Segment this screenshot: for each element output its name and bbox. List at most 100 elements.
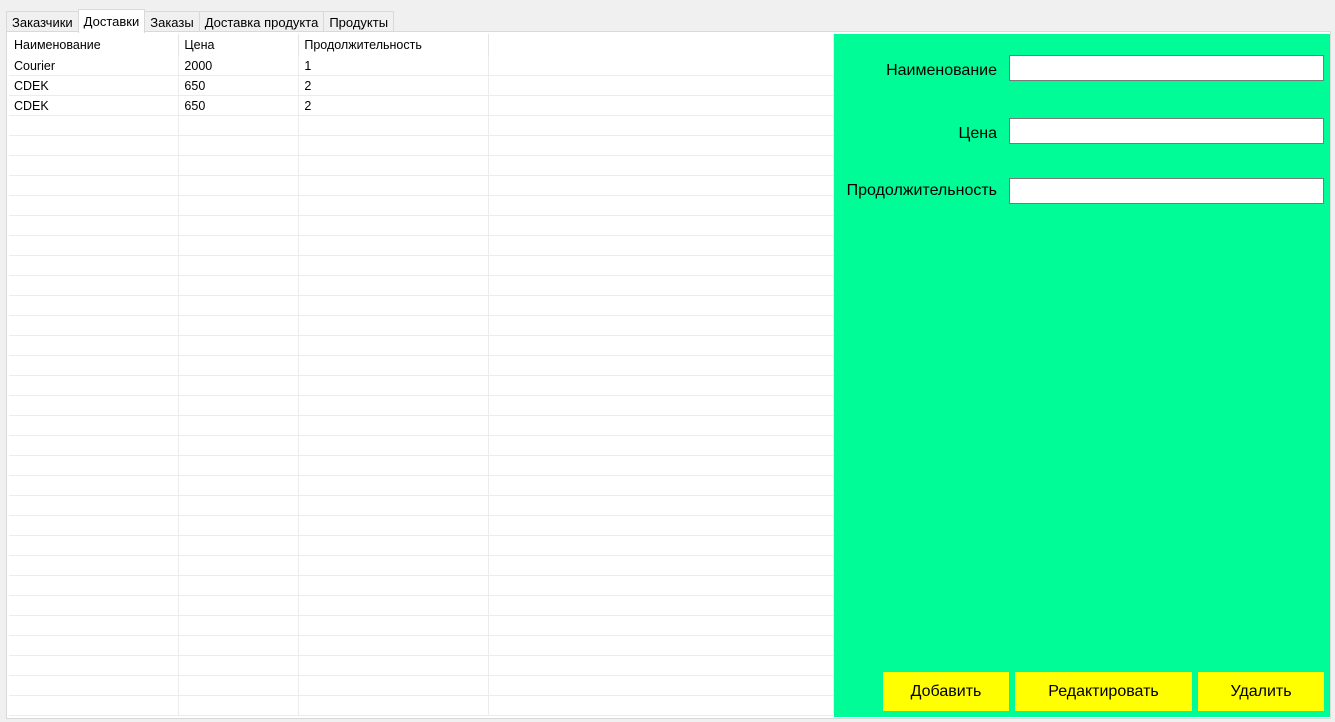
column-header-price[interactable]: Цена xyxy=(178,34,300,56)
empty-grid-cell xyxy=(488,435,834,456)
empty-grid-row xyxy=(9,135,834,156)
cell-filler xyxy=(488,75,834,96)
delete-button[interactable]: Удалить xyxy=(1198,672,1324,711)
empty-grid-cell xyxy=(298,275,490,296)
empty-grid-cell xyxy=(178,695,300,716)
empty-grid-cell xyxy=(178,515,300,536)
tab-strip: Заказчики Доставки Заказы Доставка проду… xyxy=(6,9,395,33)
empty-grid-cell xyxy=(298,255,490,276)
empty-grid-cell xyxy=(178,635,300,656)
cell-name[interactable]: Courier xyxy=(9,56,180,76)
empty-grid-cell xyxy=(298,575,490,596)
empty-grid-cell xyxy=(178,435,300,456)
table-row[interactable]: Courier 2000 1 xyxy=(9,56,834,76)
empty-grid-row xyxy=(9,215,834,236)
empty-grid-cell xyxy=(9,615,180,636)
add-button[interactable]: Добавить xyxy=(883,672,1009,711)
tab-products[interactable]: Продукты xyxy=(323,11,395,32)
cell-price[interactable]: 2000 xyxy=(178,56,300,76)
empty-grid-cell xyxy=(488,275,834,296)
empty-grid-cell xyxy=(178,155,300,176)
tab-deliveries[interactable]: Доставки xyxy=(77,9,146,33)
price-input[interactable] xyxy=(1009,118,1324,144)
tab-orders[interactable]: Заказы xyxy=(144,11,200,32)
grid-body: Courier 2000 1 CDEK 650 2 CDEK 650 2 xyxy=(9,56,834,716)
empty-grid-cell xyxy=(488,495,834,516)
empty-grid-cell xyxy=(298,595,490,616)
edit-button[interactable]: Редактировать xyxy=(1015,672,1192,711)
empty-grid-cell xyxy=(9,135,180,156)
table-row[interactable]: CDEK 650 2 xyxy=(9,95,834,116)
cell-price[interactable]: 650 xyxy=(178,95,300,116)
empty-grid-cell xyxy=(488,215,834,236)
empty-grid-cell xyxy=(298,435,490,456)
empty-grid-cell xyxy=(298,355,490,376)
empty-grid-cell xyxy=(298,115,490,136)
empty-grid-cell xyxy=(298,135,490,156)
empty-grid-row xyxy=(9,395,834,416)
empty-grid-cell xyxy=(298,535,490,556)
cell-name[interactable]: CDEK xyxy=(9,95,180,116)
empty-grid-row xyxy=(9,455,834,476)
empty-grid-cell xyxy=(488,695,834,716)
empty-grid-cell xyxy=(298,635,490,656)
empty-grid-cell xyxy=(178,255,300,276)
empty-grid-row xyxy=(9,195,834,216)
empty-grid-row xyxy=(9,615,834,636)
name-input[interactable] xyxy=(1009,55,1324,81)
empty-grid-cell xyxy=(488,675,834,696)
empty-grid-cell xyxy=(9,635,180,656)
empty-grid-row xyxy=(9,155,834,176)
empty-grid-cell xyxy=(178,615,300,636)
empty-grid-cell xyxy=(298,375,490,396)
empty-grid-cell xyxy=(298,155,490,176)
empty-grid-cell xyxy=(9,435,180,456)
empty-grid-cell xyxy=(178,575,300,596)
empty-grid-cell xyxy=(298,235,490,256)
table-row[interactable]: CDEK 650 2 xyxy=(9,75,834,96)
empty-grid-cell xyxy=(488,555,834,576)
cell-name[interactable]: CDEK xyxy=(9,75,180,96)
empty-grid-row xyxy=(9,335,834,356)
empty-grid-cell xyxy=(488,455,834,476)
tab-product-delivery[interactable]: Доставка продукта xyxy=(198,11,325,32)
empty-grid-cell xyxy=(178,655,300,676)
empty-grid-cell xyxy=(178,395,300,416)
empty-grid-cell xyxy=(488,195,834,216)
empty-grid-row xyxy=(9,275,834,296)
empty-grid-cell xyxy=(9,455,180,476)
cell-duration[interactable]: 2 xyxy=(298,75,490,96)
empty-grid-cell xyxy=(488,315,834,336)
empty-grid-row xyxy=(9,255,834,276)
empty-grid-row xyxy=(9,555,834,576)
empty-grid-row xyxy=(9,435,834,456)
empty-grid-cell xyxy=(9,295,180,316)
cell-price[interactable]: 650 xyxy=(178,75,300,96)
cell-duration[interactable]: 1 xyxy=(298,56,490,76)
duration-input[interactable] xyxy=(1009,178,1324,204)
empty-grid-cell xyxy=(488,635,834,656)
empty-grid-cell xyxy=(298,675,490,696)
cell-filler xyxy=(488,95,834,116)
empty-grid-cell xyxy=(178,235,300,256)
empty-grid-cell xyxy=(9,495,180,516)
empty-grid-cell xyxy=(9,155,180,176)
cell-duration[interactable]: 2 xyxy=(298,95,490,116)
empty-grid-row xyxy=(9,515,834,536)
empty-grid-cell xyxy=(298,295,490,316)
empty-grid-cell xyxy=(9,655,180,676)
empty-grid-cell xyxy=(298,415,490,436)
empty-grid-row xyxy=(9,695,834,716)
empty-grid-cell xyxy=(9,315,180,336)
empty-grid-row xyxy=(9,475,834,496)
empty-grid-cell xyxy=(488,255,834,276)
column-header-name[interactable]: Наименование xyxy=(9,34,180,56)
empty-grid-cell xyxy=(488,175,834,196)
tab-customers[interactable]: Заказчики xyxy=(6,11,79,32)
column-header-duration[interactable]: Продолжительность xyxy=(298,34,490,56)
empty-grid-cell xyxy=(488,375,834,396)
empty-grid-cell xyxy=(178,215,300,236)
price-label: Цена xyxy=(958,125,997,142)
empty-grid-cell xyxy=(178,595,300,616)
deliveries-grid[interactable]: Наименование Цена Продолжительность Cour… xyxy=(9,34,834,718)
